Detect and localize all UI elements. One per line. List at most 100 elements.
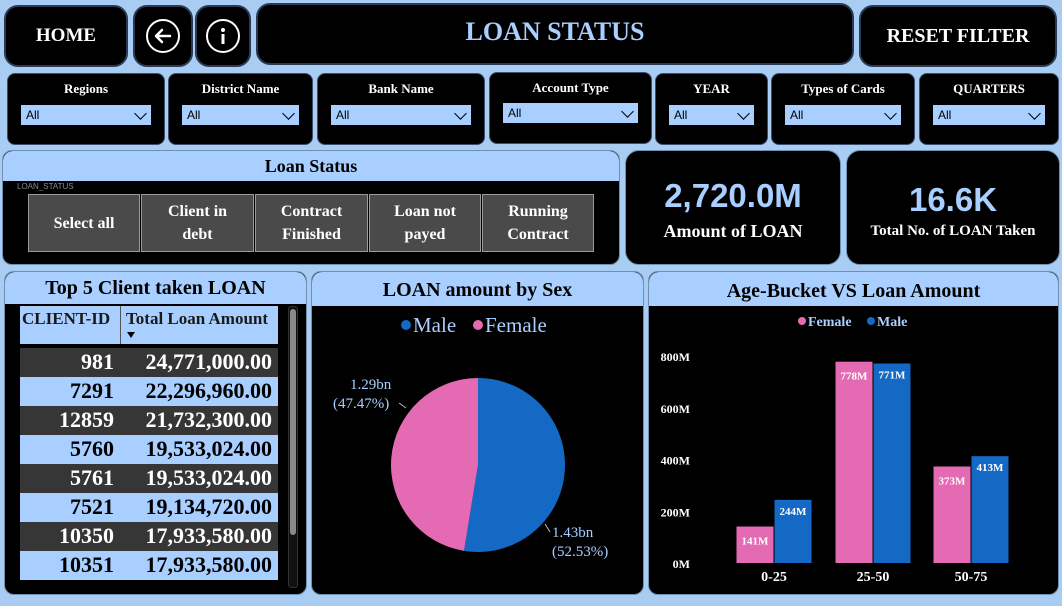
x-tick-label: 50-75 [955, 570, 988, 585]
filter-quarters: QUARTERS All [919, 73, 1059, 145]
bar-data-label: 373M [939, 475, 967, 487]
info-button[interactable] [195, 5, 251, 67]
cell-client-id: 5761 [70, 465, 114, 490]
table-scrollbar[interactable] [288, 306, 298, 588]
filter-account-type: Account Type All [489, 72, 652, 144]
home-button[interactable]: HOME [4, 5, 128, 67]
filter-year: YEAR All [655, 73, 768, 145]
cell-client-id: 12859 [59, 407, 114, 432]
x-tick-label: 0-25 [761, 570, 787, 585]
bar-male-25-50[interactable] [873, 363, 911, 563]
cell-loan-amount: 24,771,000.00 [145, 349, 273, 374]
filter-label: Regions [63, 81, 109, 96]
back-button[interactable] [133, 5, 193, 67]
kpi-amount-label: Amount of LOAN [663, 221, 803, 241]
filter-value: All [674, 108, 688, 122]
slicer-client-in-debt[interactable]: Client in debt [141, 194, 254, 252]
kpi-count-value: 16.6K [908, 181, 998, 218]
filter-dropdown[interactable]: All [668, 104, 755, 126]
slicer-running-contract[interactable]: Running Contract [482, 194, 594, 252]
legend-male-label: Male [413, 313, 456, 337]
bar-chart: Female Male 0M 200M 400M 600M 800M 141M 244M 0-25… [661, 315, 1009, 585]
pie-leader-line-male [544, 523, 551, 533]
filter-dropdown[interactable]: All [784, 104, 902, 126]
legend-female-label: Female [485, 313, 547, 337]
chevron-down-icon [134, 107, 147, 120]
filter-dropdown[interactable]: All [330, 104, 472, 126]
cell-loan-amount: 21,732,300.00 [145, 407, 273, 432]
loan-status-field-label: LOAN_STATUS [17, 182, 74, 191]
table-row[interactable]: 12859 21,732,300.00 [20, 406, 278, 435]
filter-dropdown[interactable]: All [181, 104, 300, 126]
arrow-left-circle-icon [146, 19, 180, 53]
pie-label-female-value: 1.29bn [350, 377, 392, 393]
x-tick-label: 25-50 [857, 570, 890, 585]
filter-label: YEAR [693, 81, 730, 96]
chevron-down-icon [884, 107, 897, 120]
filter-value: All [508, 106, 522, 120]
filter-label: QUARTERS [953, 81, 1025, 96]
y-tick-label: 600M [661, 402, 690, 416]
slicer-loan-not-payed[interactable]: Loan not payed [369, 194, 481, 252]
filter-dropdown[interactable]: All [502, 102, 639, 124]
bar-data-label: 771M [879, 370, 907, 382]
filter-value: All [790, 108, 804, 122]
cell-client-id: 10350 [59, 523, 114, 548]
age-bucket-title: Age-Bucket VS Loan Amount [649, 272, 1058, 306]
filter-dropdown[interactable]: All [20, 104, 152, 126]
filter-label: Types of Cards [801, 81, 885, 96]
loan-status-title: Loan Status [3, 151, 619, 181]
filter-dropdown[interactable]: All [932, 104, 1046, 126]
table-row[interactable]: 10350 17,933,580.00 [20, 522, 278, 551]
pie-label-female-pct: (47.47%) [333, 396, 389, 412]
column-header-total-loan[interactable]: Total Loan Amount [126, 309, 268, 329]
table-row[interactable]: 10351 17,933,580.00 [20, 551, 278, 580]
legend-female-label: Female [808, 315, 852, 330]
top-clients-title: Top 5 Client taken LOAN [5, 272, 306, 304]
cell-loan-amount: 19,533,024.00 [145, 436, 273, 461]
cell-client-id: 981 [81, 349, 114, 374]
chevron-down-icon [454, 107, 467, 120]
page-title: LOAN STATUS [256, 3, 854, 65]
table-row[interactable]: 7291 22,296,960.00 [20, 377, 278, 406]
pie-slice-male[interactable] [463, 378, 565, 552]
cell-loan-amount: 22,296,960.00 [145, 378, 273, 403]
scrollbar-thumb[interactable] [290, 309, 296, 535]
chevron-down-icon [1028, 107, 1041, 120]
filter-value: All [187, 108, 201, 122]
filter-district-name: District Name All [168, 73, 313, 145]
kpi-amount-card: 2,720.0M Amount of LOAN [625, 150, 841, 265]
cell-loan-amount: 17,933,580.00 [145, 523, 273, 548]
filter-bank-name: Bank Name All [317, 73, 485, 145]
chevron-down-icon [282, 107, 295, 120]
loan-by-sex-title: LOAN amount by Sex [312, 272, 643, 306]
column-header-client-id[interactable]: CLIENT-ID [22, 309, 110, 329]
legend-male-marker [867, 317, 875, 325]
reset-filter-button[interactable]: RESET FILTER [859, 5, 1057, 67]
table-row[interactable]: 981 24,771,000.00 [20, 348, 278, 377]
pie-label-male-value: 1.43bn [552, 525, 594, 541]
table-row[interactable]: 7521 19,134,720.00 [20, 493, 278, 522]
pie-leader-line-female [398, 402, 407, 409]
table-row[interactable]: 5761 19,533,024.00 [20, 464, 278, 493]
slicer-contract-finished[interactable]: Contract Finished [255, 194, 368, 252]
kpi-amount-value: 2,720.0M [664, 177, 802, 214]
pie-chart: Male Female 1.43bn (52.53%) 1.29bn (47.47%) [333, 313, 608, 560]
filter-value: All [26, 108, 40, 122]
cell-loan-amount: 17,933,580.00 [145, 552, 273, 577]
sort-desc-icon [127, 332, 135, 338]
filter-types-of-cards: Types of Cards All [771, 73, 915, 145]
bar-data-label: 244M [780, 506, 808, 518]
filter-regions: Regions All [7, 73, 165, 145]
table-row[interactable]: 5760 19,533,024.00 [20, 435, 278, 464]
bar-data-label: 413M [977, 462, 1005, 474]
cell-loan-amount: 19,533,024.00 [145, 465, 273, 490]
legend-male-label: Male [877, 315, 907, 330]
bar-female-25-50[interactable] [835, 361, 873, 563]
y-tick-label: 400M [661, 454, 690, 468]
filter-value: All [336, 108, 350, 122]
kpi-count-card: 16.6K Total No. of LOAN Taken [846, 150, 1060, 265]
slicer-select-all[interactable]: Select all [28, 194, 140, 252]
legend-female-marker [473, 320, 483, 330]
pie-slice-female[interactable] [390, 378, 478, 551]
